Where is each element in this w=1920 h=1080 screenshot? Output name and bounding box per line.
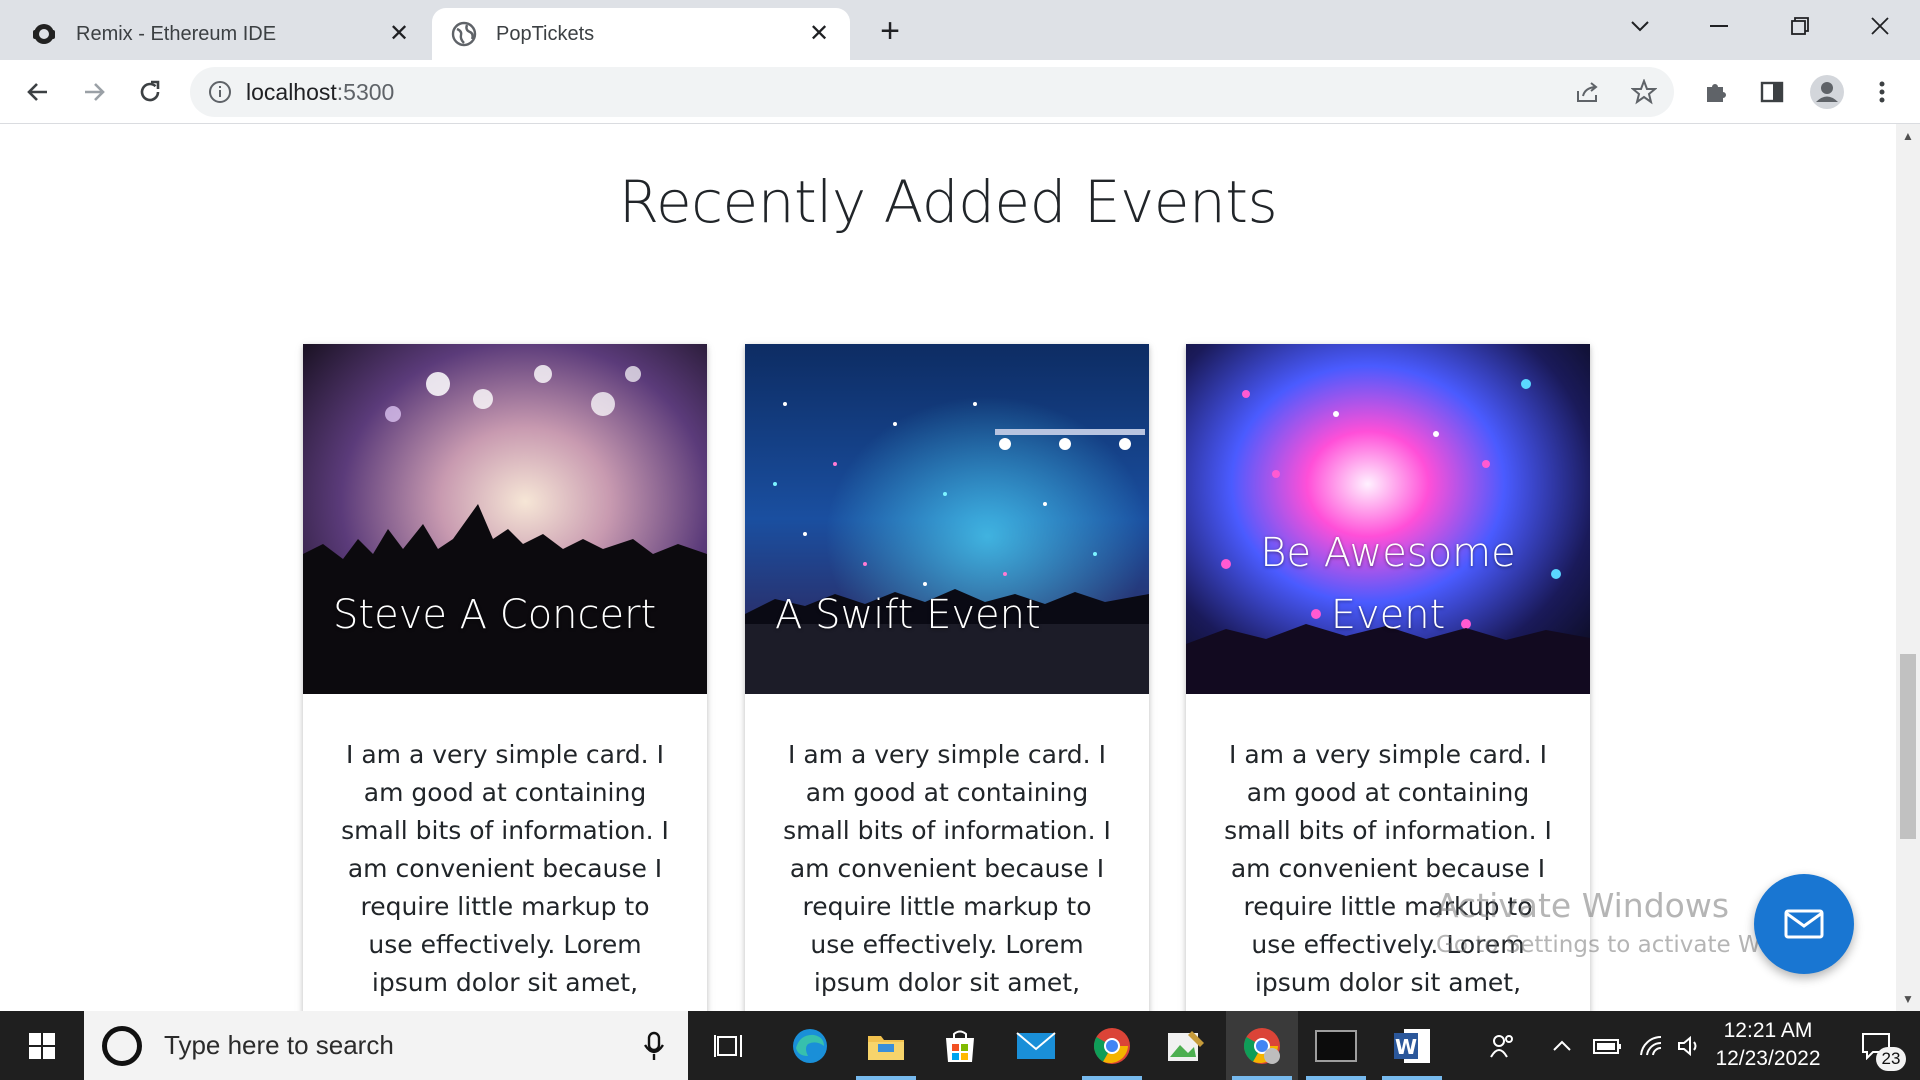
microphone-icon[interactable] bbox=[644, 1031, 664, 1061]
event-card[interactable]: A Swift Event I am a very simple card. I… bbox=[745, 344, 1149, 1011]
windows-start-icon[interactable] bbox=[0, 1011, 84, 1080]
browser-menu-icon[interactable] bbox=[1862, 72, 1902, 112]
tab-title: PopTickets bbox=[496, 22, 595, 45]
edge-browser-icon[interactable] bbox=[774, 1011, 846, 1080]
event-title: A Swift Event bbox=[775, 592, 1041, 638]
cortana-icon bbox=[102, 1025, 142, 1066]
mail-app-icon[interactable] bbox=[1000, 1011, 1072, 1080]
event-title: Steve A Concert bbox=[333, 592, 657, 638]
running-indicator bbox=[856, 1076, 916, 1080]
share-icon[interactable] bbox=[1568, 72, 1608, 112]
address-bar[interactable]: localhost:5300 bbox=[190, 67, 1674, 117]
chrome-profile-icon[interactable] bbox=[1226, 1011, 1298, 1080]
action-center-button[interactable]: 23 bbox=[1846, 1011, 1906, 1080]
taskbar-search-input[interactable]: Type here to search bbox=[84, 1011, 688, 1080]
running-indicator bbox=[1306, 1076, 1366, 1080]
new-tab-button[interactable]: + bbox=[872, 14, 908, 50]
close-window-icon[interactable] bbox=[1850, 8, 1910, 44]
microsoft-store-icon[interactable] bbox=[924, 1011, 996, 1080]
svg-text:W: W bbox=[1395, 1035, 1417, 1059]
file-explorer-icon[interactable] bbox=[850, 1011, 922, 1080]
profile-avatar-icon[interactable] bbox=[1806, 72, 1848, 112]
windows-taskbar: Type here to search W 12:21 AM 12/23/202… bbox=[0, 1011, 1920, 1080]
url-host: localhost bbox=[246, 78, 337, 105]
browser-tabstrip: Remix - Ethereum IDE ✕ PopTickets ✕ + bbox=[0, 0, 1920, 60]
notification-count-badge: 23 bbox=[1876, 1047, 1906, 1071]
page-scrollbar[interactable]: ▲ ▼ bbox=[1896, 124, 1920, 1011]
event-image-concert[interactable]: Steve A Concert bbox=[303, 344, 707, 694]
scroll-down-icon[interactable]: ▼ bbox=[1900, 991, 1916, 1007]
image-editor-icon[interactable] bbox=[1150, 1011, 1222, 1080]
people-icon[interactable] bbox=[1482, 1011, 1522, 1080]
event-description: I am a very simple card. I am good at co… bbox=[1224, 740, 1552, 1011]
event-image-awesome[interactable]: Be Awesome Event bbox=[1186, 344, 1590, 694]
browser-toolbar: localhost:5300 bbox=[0, 60, 1920, 124]
globe-icon bbox=[450, 20, 478, 48]
close-icon[interactable]: ✕ bbox=[386, 21, 412, 47]
event-card[interactable]: Steve A Concert I am a very simple card.… bbox=[303, 344, 707, 1011]
clock-date: 12/23/2022 bbox=[1715, 1047, 1821, 1070]
event-title: Be Awesome Event bbox=[1260, 530, 1516, 638]
extensions-puzzle-icon[interactable] bbox=[1696, 72, 1736, 112]
tab-search-chevron-icon[interactable] bbox=[1610, 8, 1670, 44]
running-indicator bbox=[1082, 1076, 1142, 1080]
event-image-swift[interactable]: A Swift Event bbox=[745, 344, 1149, 694]
terminal-icon[interactable] bbox=[1300, 1011, 1372, 1080]
back-arrow-icon[interactable] bbox=[18, 72, 58, 112]
system-clock[interactable]: 12:21 AM 12/23/2022 bbox=[1702, 1017, 1834, 1073]
event-description: I am a very simple card. I am good at co… bbox=[341, 740, 669, 1011]
bookmark-star-icon[interactable] bbox=[1624, 72, 1664, 112]
info-icon[interactable] bbox=[208, 80, 232, 104]
reload-icon[interactable] bbox=[130, 72, 170, 112]
search-placeholder: Type here to search bbox=[164, 1030, 394, 1060]
chrome-icon[interactable] bbox=[1076, 1011, 1148, 1080]
task-view-icon[interactable] bbox=[692, 1011, 764, 1080]
remix-icon bbox=[30, 20, 58, 48]
url-port: :5300 bbox=[336, 78, 395, 105]
tab-title: Remix - Ethereum IDE bbox=[76, 22, 277, 45]
contact-mail-button[interactable] bbox=[1754, 874, 1854, 974]
scroll-up-icon[interactable]: ▲ bbox=[1900, 128, 1916, 144]
chevron-up-icon[interactable] bbox=[1542, 1011, 1582, 1080]
running-indicator bbox=[1382, 1076, 1442, 1080]
event-description: I am a very simple card. I am good at co… bbox=[783, 740, 1111, 1011]
running-indicator bbox=[1232, 1076, 1292, 1080]
close-icon[interactable]: ✕ bbox=[806, 21, 832, 47]
page-content: Recently Added Events Steve A Concert I … bbox=[0, 124, 1896, 1011]
tab-remix[interactable]: Remix - Ethereum IDE ✕ bbox=[12, 8, 430, 60]
restore-icon[interactable] bbox=[1770, 8, 1830, 44]
tab-poptickets[interactable]: PopTickets ✕ bbox=[432, 8, 850, 60]
scroll-thumb[interactable] bbox=[1900, 654, 1916, 839]
clock-time: 12:21 AM bbox=[1723, 1019, 1813, 1042]
side-panel-icon[interactable] bbox=[1752, 72, 1792, 112]
activation-watermark-title: Activate Windows bbox=[1436, 886, 1730, 925]
battery-icon[interactable] bbox=[1588, 1011, 1628, 1080]
page-title: Recently Added Events bbox=[618, 168, 1278, 236]
wifi-icon[interactable] bbox=[1632, 1011, 1672, 1080]
mail-icon bbox=[1784, 909, 1824, 939]
minimize-icon[interactable] bbox=[1690, 8, 1750, 44]
forward-arrow-icon[interactable] bbox=[74, 72, 114, 112]
word-icon[interactable]: W bbox=[1376, 1011, 1448, 1080]
